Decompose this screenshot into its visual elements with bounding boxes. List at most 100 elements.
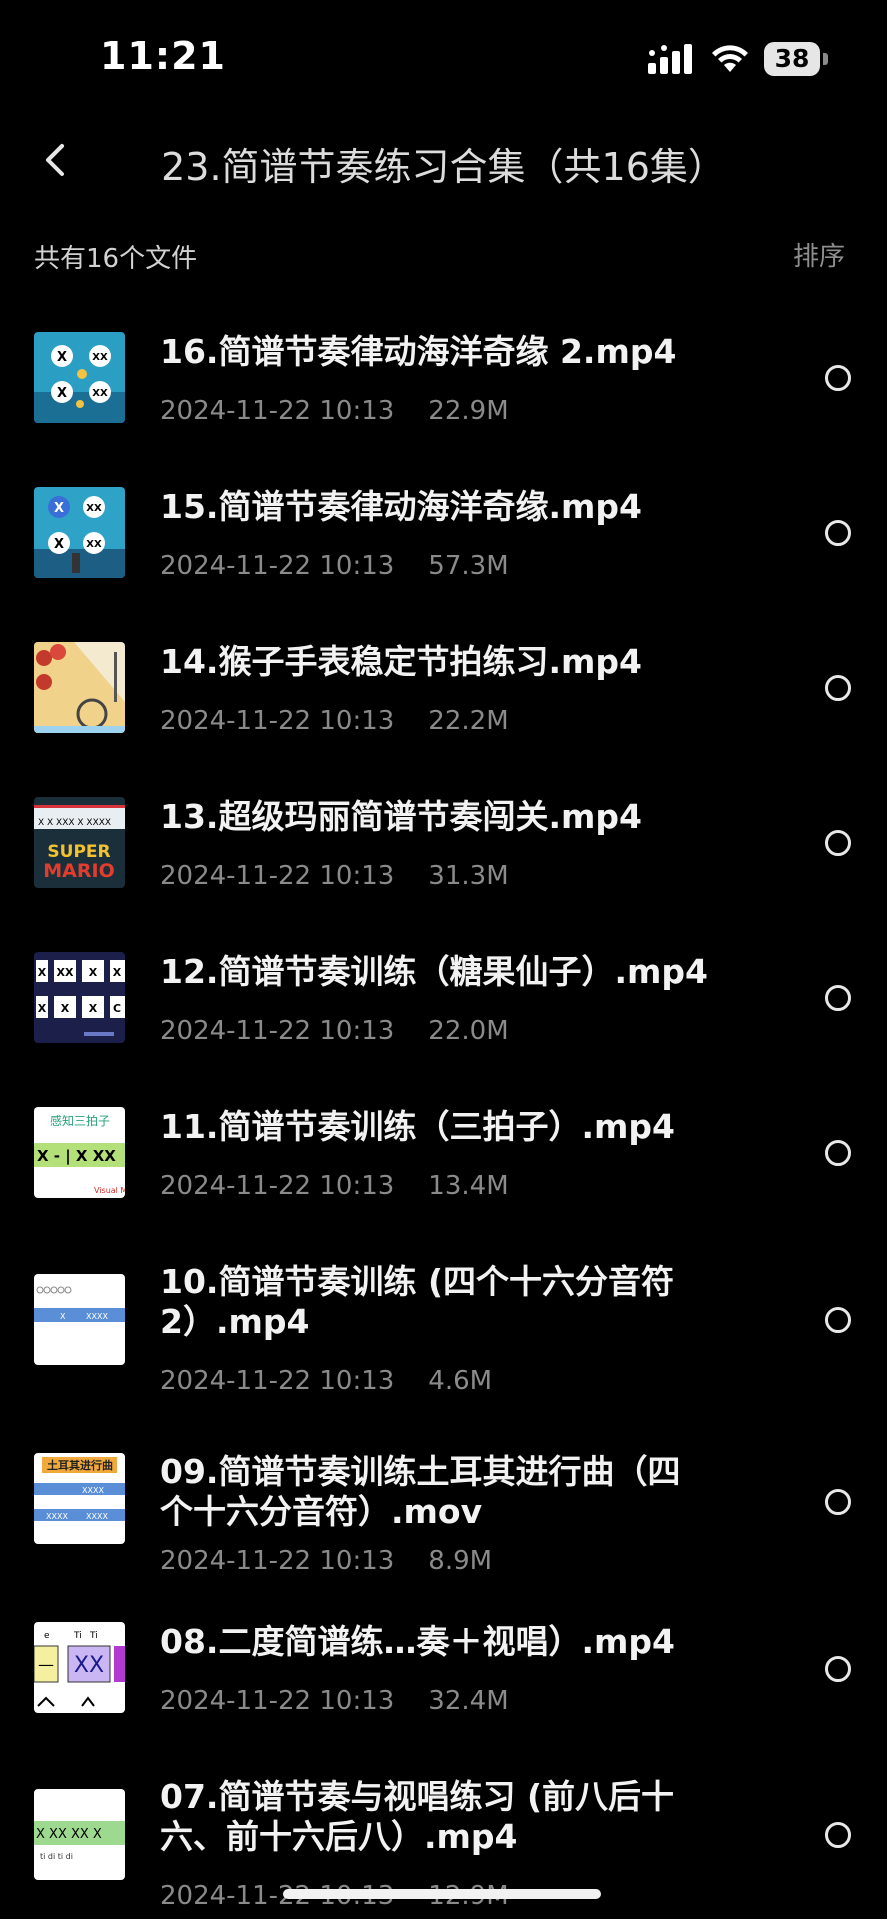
file-size: 13.4M [428, 1171, 509, 1201]
file-meta: 2024-11-22 10:13 32.4M [160, 1686, 509, 1716]
chevron-left-icon[interactable] [26, 132, 82, 188]
file-meta: 2024-11-22 10:13 57.3M [160, 551, 509, 581]
status-bar: 11:21 38 [0, 0, 887, 120]
video-thumbnail: e Ti Ti — XX [34, 1622, 125, 1713]
file-item[interactable]: 土耳其进行曲 XXXX XXXX XXXX 09.简谱节奏训练土耳其进行曲（四个十… [0, 1420, 887, 1600]
file-date: 2024-11-22 10:13 [160, 396, 395, 426]
status-time: 11:21 [100, 34, 226, 78]
file-name: 14.猴子手表稳定节拍练习.mp4 [160, 642, 642, 681]
file-name: 10.简谱节奏训练 (四个十六分音符 2）.mp4 [160, 1262, 675, 1341]
file-size: 57.3M [428, 551, 509, 581]
select-radio[interactable] [825, 1489, 851, 1515]
file-item[interactable]: e Ti Ti — XX 08.二度简谱练…奏＋视唱）.mp4 2024-11-2… [0, 1600, 887, 1745]
svg-text:X: X [60, 1312, 66, 1321]
select-radio[interactable] [825, 1140, 851, 1166]
battery-icon: 38 [764, 42, 828, 76]
svg-text:X: X [54, 537, 64, 552]
file-meta: 2024-11-22 10:13 22.2M [160, 706, 509, 736]
file-item[interactable]: 14.猴子手表稳定节拍练习.mp4 2024-11-22 10:13 22.2M [0, 610, 887, 765]
file-size: 31.3M [428, 861, 509, 891]
svg-text:XXXX: XXXX [46, 1512, 68, 1521]
file-name: 12.简谱节奏训练（糖果仙子）.mp4 [160, 952, 708, 991]
svg-text:X: X [113, 966, 122, 979]
svg-text:X: X [38, 966, 47, 979]
file-name: 15.简谱节奏律动海洋奇缘.mp4 [160, 487, 642, 526]
screen: 11:21 38 23.简谱节奏练习合集（共16集） 共有16个文件 排序 X … [0, 0, 887, 1919]
file-meta: 2024-11-22 10:13 4.6M [160, 1366, 492, 1396]
select-radio[interactable] [825, 1307, 851, 1333]
file-item[interactable]: X X XXX X XXXX SUPER MARIO 13.超级玛丽简谱节奏闯关… [0, 765, 887, 920]
signal-icon [648, 44, 692, 74]
video-thumbnail: X XX X XX [34, 332, 125, 423]
thumbnail-text: 土耳其进行曲 [47, 1458, 113, 1472]
file-meta: 2024-11-22 10:13 13.4M [160, 1171, 509, 1201]
video-thumbnail: 土耳其进行曲 XXXX XXXX XXXX [34, 1453, 125, 1544]
file-name: 11.简谱节奏训练（三拍子）.mp4 [160, 1107, 675, 1146]
file-size: 22.9M [428, 396, 509, 426]
svg-text:XXXX: XXXX [82, 1486, 104, 1495]
file-date: 2024-11-22 10:13 [160, 1171, 395, 1201]
file-item[interactable]: X XX X XX 15.简谱节奏律动海洋奇缘.mp4 2024-11-22 1… [0, 455, 887, 610]
thumbnail-logo-text: MARIO [43, 860, 114, 882]
file-name: 08.二度简谱练…奏＋视唱）.mp4 [160, 1622, 675, 1661]
file-item[interactable]: X XX X X X X X C 12.简谱节奏训练（糖果仙子）.mp4 202… [0, 920, 887, 1075]
file-size: 8.9M [428, 1546, 493, 1576]
svg-text:XXXX: XXXX [86, 1512, 108, 1521]
select-radio[interactable] [825, 520, 851, 546]
video-thumbnail: X XX X X X X X C [34, 952, 125, 1043]
svg-text:XX: XX [74, 1653, 104, 1678]
file-item[interactable]: 感知三拍子 X - | X XX Visual Mu 11.简谱节奏训练（三拍子… [0, 1075, 887, 1230]
svg-text:Ti: Ti [73, 1631, 82, 1641]
svg-text:XX: XX [57, 966, 74, 979]
select-radio[interactable] [825, 1822, 851, 1848]
file-item[interactable]: X XX X XX 16.简谱节奏律动海洋奇缘 2.mp4 2024-11-22… [0, 300, 887, 455]
svg-text:XX: XX [86, 503, 102, 514]
nav-bar: 23.简谱节奏练习合集（共16集） [0, 120, 887, 200]
select-radio[interactable] [825, 985, 851, 1011]
thumbnail-text: 感知三拍子 [50, 1113, 110, 1128]
page-title: 23.简谱节奏练习合集（共16集） [161, 145, 726, 189]
svg-text:X XX XX X: X XX XX X [36, 1827, 102, 1842]
select-radio[interactable] [825, 830, 851, 856]
file-meta: 2024-11-22 10:13 31.3M [160, 861, 509, 891]
file-date: 2024-11-22 10:13 [160, 1366, 395, 1396]
svg-text:XXXX: XXXX [86, 1312, 108, 1321]
video-thumbnail [34, 642, 125, 733]
video-thumbnail: X X XXX X XXXX SUPER MARIO [34, 797, 125, 888]
svg-text:Ti: Ti [89, 1631, 98, 1641]
svg-text:XX: XX [86, 539, 102, 550]
svg-text:ti di ti di: ti di ti di [40, 1852, 73, 1861]
file-item[interactable]: X XXXX 10.简谱节奏训练 (四个十六分音符 2）.mp4 2024-11… [0, 1230, 887, 1420]
file-meta: 2024-11-22 10:13 22.9M [160, 396, 509, 426]
file-size: 32.4M [428, 1686, 509, 1716]
file-meta: 2024-11-22 10:13 8.9M [160, 1546, 492, 1576]
thumbnail-text: X - | X XX [37, 1147, 116, 1166]
select-radio[interactable] [825, 1656, 851, 1682]
svg-text:X X XXX X XXXX: X X XXX X XXXX [38, 818, 111, 828]
svg-text:X: X [61, 1002, 70, 1015]
svg-text:X: X [54, 501, 64, 516]
thumbnail-text: Visual Mu [94, 1186, 125, 1195]
video-thumbnail: X XX X XX [34, 487, 125, 578]
svg-text:X: X [89, 966, 98, 979]
video-thumbnail: X XX XX X ti di ti di [34, 1789, 125, 1880]
file-count-label: 共有16个文件 [34, 244, 198, 274]
svg-text:—: — [38, 1655, 54, 1674]
home-indicator[interactable] [283, 1889, 601, 1899]
file-date: 2024-11-22 10:13 [160, 861, 395, 891]
file-name: 09.简谱节奏训练土耳其进行曲（四个十六分音符）.mov [160, 1452, 681, 1531]
video-thumbnail: X XXXX [34, 1274, 125, 1365]
svg-text:XX: XX [92, 388, 108, 399]
file-date: 2024-11-22 10:13 [160, 706, 395, 736]
file-meta: 2024-11-22 10:13 22.0M [160, 1016, 509, 1046]
svg-text:X: X [89, 1002, 98, 1015]
video-thumbnail: 感知三拍子 X - | X XX Visual Mu [34, 1107, 125, 1198]
battery-level: 38 [774, 44, 810, 73]
select-radio[interactable] [825, 365, 851, 391]
sort-button[interactable]: 排序 [793, 236, 845, 273]
battery-cap [823, 53, 828, 65]
svg-text:X: X [38, 1002, 47, 1015]
select-radio[interactable] [825, 675, 851, 701]
file-date: 2024-11-22 10:13 [160, 1686, 395, 1716]
wifi-icon [712, 45, 748, 72]
